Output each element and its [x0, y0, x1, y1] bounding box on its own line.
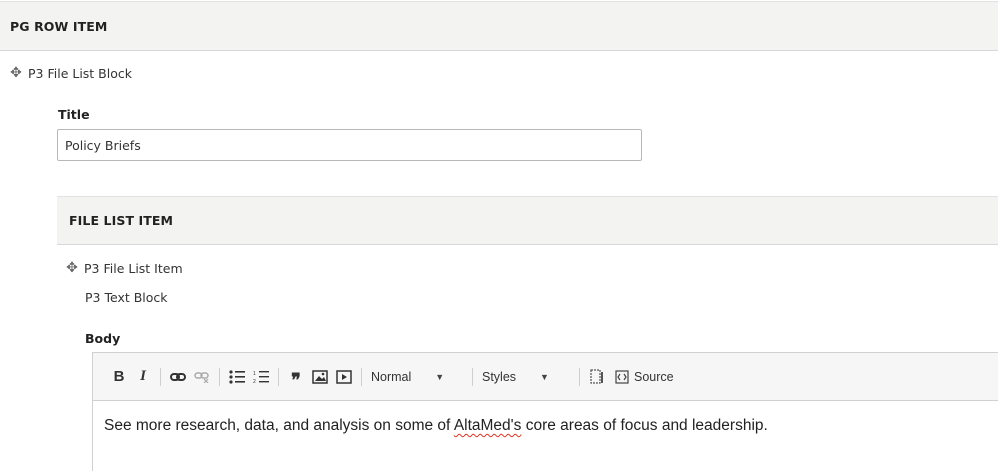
file-list-block-label: P3 File List Block	[28, 65, 132, 81]
bold-button[interactable]: B	[109, 366, 129, 388]
bulleted-list-icon	[229, 369, 245, 384]
svg-text:1: 1	[253, 371, 256, 377]
file-list-item-label: P3 File List Item	[84, 260, 183, 276]
show-blocks-icon	[590, 368, 603, 384]
italic-button[interactable]: I	[133, 366, 153, 388]
image-button[interactable]	[310, 366, 330, 388]
pg-row-item-title: PG ROW ITEM	[10, 18, 108, 34]
image-icon	[312, 369, 328, 384]
source-icon	[615, 369, 629, 384]
styles-value: Styles	[482, 369, 517, 384]
link-icon	[170, 372, 186, 381]
bulleted-list-button[interactable]	[227, 366, 247, 388]
editor-paragraph: See more research, data, and analysis on…	[104, 417, 768, 434]
file-list-item-row: ✥ P3 File List Item	[64, 259, 183, 277]
source-label: Source	[634, 369, 674, 384]
unlink-button[interactable]	[192, 366, 212, 388]
body-editor[interactable]: See more research, data, and analysis on…	[92, 401, 998, 471]
media-icon	[336, 369, 352, 384]
media-button[interactable]	[334, 366, 354, 388]
toolbar-separator	[278, 367, 279, 386]
text-block-label: P3 Text Block	[85, 289, 168, 305]
pg-row-item-header: PG ROW ITEM	[0, 1, 998, 51]
toolbar-separator	[361, 367, 362, 386]
numbered-list-button[interactable]: 12	[251, 366, 271, 388]
misspelled-word: AltaMed's	[453, 417, 522, 434]
format-value: Normal	[371, 369, 412, 384]
file-list-item-header: FILE LIST ITEM	[57, 196, 998, 245]
text-block-row: P3 Text Block	[85, 288, 168, 306]
blockquote-icon: ❞	[291, 369, 301, 390]
link-button[interactable]	[168, 366, 188, 388]
toolbar-separator	[472, 367, 473, 386]
title-label: Title	[58, 107, 90, 122]
toolbar-separator	[579, 367, 580, 386]
editor-toolbar: B I 12 ❞ Normal ▼ Styles ▼ Source	[92, 352, 998, 401]
title-input[interactable]	[57, 129, 642, 161]
svg-text:2: 2	[253, 379, 256, 384]
drag-handle-icon[interactable]: ✥	[8, 66, 24, 80]
toolbar-separator	[160, 367, 161, 386]
unlink-icon	[194, 371, 209, 383]
numbered-list-icon: 12	[253, 370, 269, 384]
source-button[interactable]: Source	[615, 366, 674, 388]
styles-dropdown[interactable]: Styles ▼	[478, 366, 574, 388]
toolbar-separator	[219, 367, 220, 386]
blockquote-button[interactable]: ❞	[286, 366, 306, 390]
drag-handle-icon[interactable]: ✥	[64, 261, 80, 275]
body-label: Body	[85, 331, 121, 346]
format-dropdown[interactable]: Normal ▼	[367, 366, 467, 388]
show-blocks-button[interactable]	[587, 366, 607, 388]
chevron-down-icon: ▼	[540, 371, 549, 382]
chevron-down-icon: ▼	[435, 371, 445, 382]
file-list-block-row: ✥ P3 File List Block	[8, 64, 132, 82]
file-list-item-title: FILE LIST ITEM	[69, 213, 174, 228]
